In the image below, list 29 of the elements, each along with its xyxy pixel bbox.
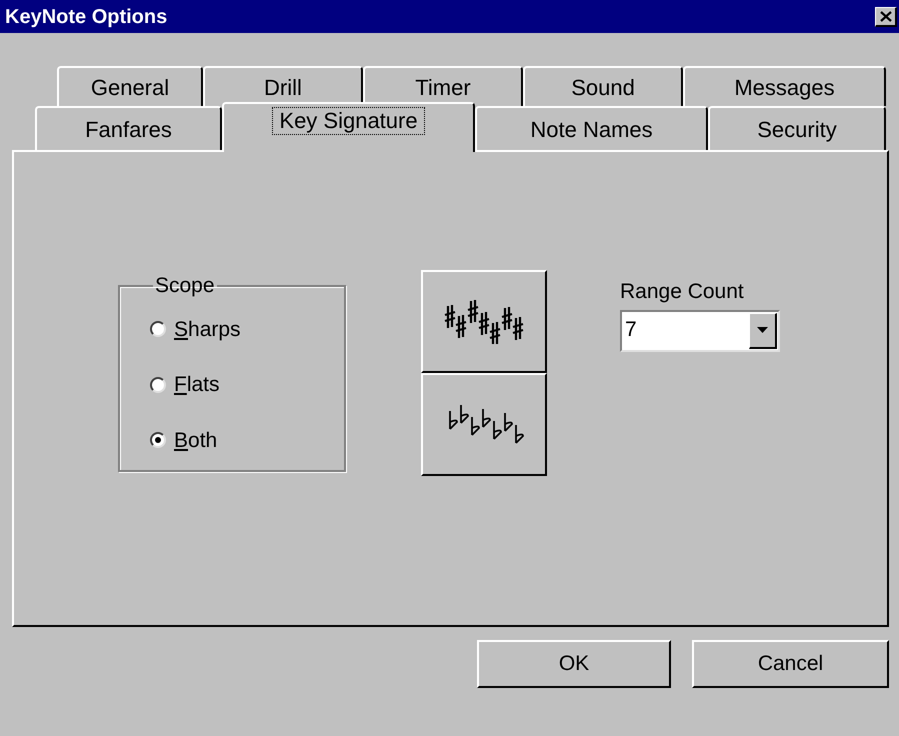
window-title: KeyNote Options [5,4,168,30]
dropdown-arrow-button[interactable] [749,312,777,348]
tab[interactable]: Fanfares [35,106,222,150]
radio-option[interactable]: Sharps [150,314,314,345]
flats-button[interactable] [421,373,547,476]
tab[interactable]: Sound [523,66,683,106]
tab[interactable]: Drill [203,66,363,106]
group-label: Scope [154,273,216,299]
dropdown-value: 7 [624,316,638,342]
tab[interactable]: Note Names [475,106,708,150]
tab[interactable]: Key Signature [222,102,475,152]
radio-button[interactable] [150,376,166,393]
close-icon [880,10,892,22]
sharps-button[interactable] [421,270,547,373]
close-button[interactable] [875,6,897,26]
sharp-signs-icon [444,300,524,344]
field-label: Range Count [620,279,745,305]
caret-icon [757,327,768,333]
radio-option[interactable]: Both [150,424,314,456]
tab[interactable]: Timer [363,66,523,106]
tab[interactable]: Messages [683,66,886,106]
dialog-button[interactable]: OK [477,640,671,688]
range-count-dropdown[interactable]: 7 [620,310,780,352]
radio-button[interactable] [150,321,166,338]
radio-option[interactable]: Flats [150,369,314,400]
tab[interactable]: Security [708,106,886,150]
dialog-button[interactable]: Cancel [692,640,889,688]
radio-button[interactable] [150,432,166,448]
tab[interactable]: General [57,66,203,106]
